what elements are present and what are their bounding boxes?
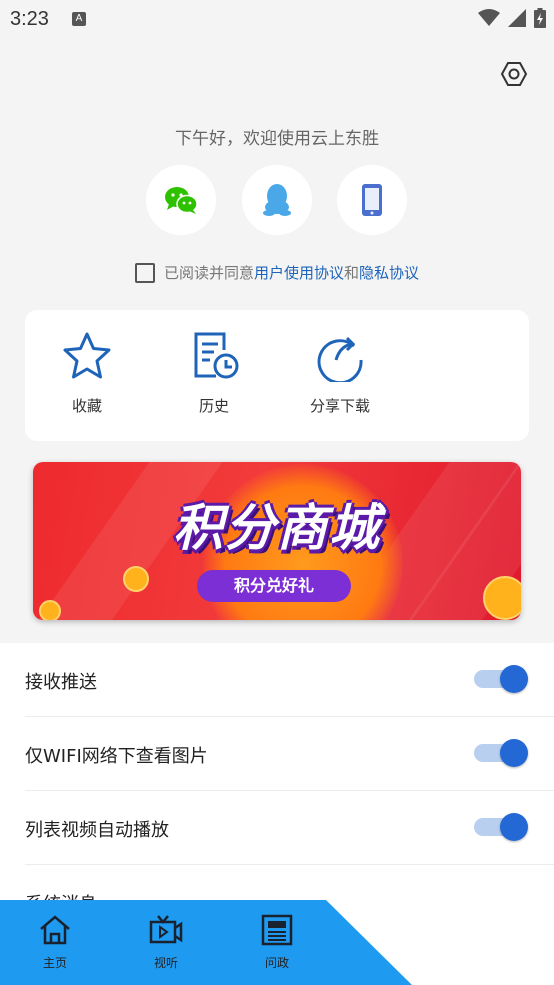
- tab-politics-label: 问政: [264, 956, 289, 970]
- setting-label: 仅WIFI网络下查看图片: [25, 746, 208, 767]
- setting-receive-push: 接收推送: [25, 643, 554, 717]
- banner-subtitle: 积分兑好礼: [197, 570, 351, 602]
- tab-home-label: 主页: [42, 956, 67, 970]
- qq-icon: [263, 184, 291, 216]
- history-button[interactable]: 历史: [169, 330, 259, 416]
- wifi-icon: [478, 9, 500, 26]
- coin-icon: [123, 566, 149, 592]
- status-bar: 3:23 A: [0, 0, 554, 38]
- phone-login-button[interactable]: [337, 165, 407, 235]
- gear-icon: [500, 62, 528, 86]
- banner-title: 积分商城: [173, 499, 381, 557]
- agreement-row: 已阅读并同意 用户使用协议 和 隐私协议: [135, 262, 419, 283]
- tab-politics[interactable]: 问政: [242, 914, 312, 971]
- privacy-link[interactable]: 隐私协议: [359, 262, 419, 283]
- favorites-button[interactable]: 收藏: [42, 330, 132, 416]
- notification-a-icon: A: [72, 12, 86, 26]
- wechat-login-button[interactable]: [146, 165, 216, 235]
- agreement-and: 和: [344, 264, 360, 282]
- wechat-icon: [165, 187, 198, 214]
- agreement-checkbox[interactable]: [135, 262, 155, 283]
- star-icon: [63, 332, 111, 379]
- coin-icon: [483, 576, 521, 620]
- points-mall-banner[interactable]: 积分商城 积分兑好礼: [33, 462, 521, 620]
- share-download-button[interactable]: 分享下载: [295, 330, 385, 416]
- qq-login-button[interactable]: [242, 165, 312, 235]
- tv-icon: [149, 915, 183, 944]
- setting-autoplay-video: 列表视频自动播放: [25, 791, 554, 865]
- agreement-prefix: 已阅读并同意: [164, 264, 255, 282]
- newspaper-icon: [261, 914, 293, 946]
- push-toggle[interactable]: [474, 665, 528, 693]
- history-icon: [194, 332, 239, 379]
- coin-icon: [39, 600, 61, 620]
- user-agreement-link[interactable]: 用户使用协议: [254, 262, 344, 283]
- tab-av-label: 视听: [153, 956, 178, 970]
- settings-button[interactable]: [500, 60, 528, 88]
- setting-label: 接收推送: [25, 672, 97, 693]
- history-label: 历史: [198, 397, 229, 415]
- autoplay-toggle[interactable]: [474, 813, 528, 841]
- setting-wifi-images: 仅WIFI网络下查看图片: [25, 717, 554, 791]
- phone-icon: [362, 184, 382, 216]
- bottom-tab-bar: 主页 视听 问政: [0, 900, 554, 985]
- greeting-text: 下午好，欢迎使用云上东胜: [175, 129, 379, 149]
- setting-label: 列表视频自动播放: [25, 820, 169, 841]
- quick-actions-card: 收藏 历史 分享下载: [25, 310, 529, 441]
- battery-icon: [534, 8, 546, 28]
- share-download-label: 分享下载: [309, 397, 370, 415]
- share-icon: [317, 336, 363, 382]
- wifi-images-toggle[interactable]: [474, 739, 528, 767]
- favorites-label: 收藏: [71, 397, 102, 415]
- tab-av[interactable]: 视听: [131, 914, 201, 971]
- status-time: 3:23: [10, 8, 49, 30]
- signal-icon: [508, 9, 526, 27]
- home-icon: [40, 915, 70, 945]
- tab-home[interactable]: 主页: [20, 914, 90, 971]
